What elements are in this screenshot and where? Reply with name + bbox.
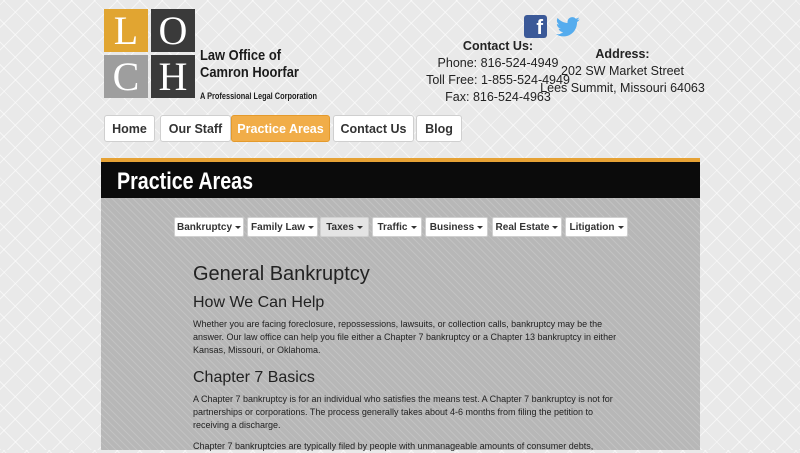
address-line1: 202 SW Market Street (561, 64, 684, 78)
caret-down-icon (552, 225, 559, 229)
caret-down-icon (617, 225, 624, 229)
logo-tile-o: O (151, 9, 195, 52)
tab-real-estate[interactable]: Real Estate (492, 217, 562, 237)
firm-name-line2: Camron Hoorfar (200, 64, 299, 81)
article-title: General Bankruptcy (193, 263, 370, 285)
nav-practice-areas[interactable]: Practice Areas (231, 115, 330, 142)
firm-logo[interactable]: L O C H Law Office of Camron Hoorfar A P… (104, 9, 317, 101)
caret-down-icon (477, 225, 484, 229)
address-heading: Address: (595, 47, 650, 61)
tab-traffic[interactable]: Traffic (372, 217, 422, 237)
tab-family-law[interactable]: Family Law (247, 217, 318, 237)
article: General Bankruptcy How We Can Help Wheth… (193, 262, 623, 453)
paragraph-help: Whether you are facing foreclosure, repo… (193, 319, 617, 355)
tab-label: Traffic (377, 222, 408, 233)
paragraph-chapter7-2: Chapter 7 bankruptcies are typically fil… (193, 441, 594, 451)
content-panel: Bankruptcy Family Law Taxes Traffic Busi… (101, 198, 700, 453)
firm-name: Law Office of Camron Hoorfar (200, 47, 299, 81)
nav-our-staff[interactable]: Our Staff (160, 115, 231, 142)
logo-tile-l: L (104, 9, 148, 52)
tab-label: Business (429, 222, 475, 233)
nav-blog[interactable]: Blog (416, 115, 462, 142)
tab-business[interactable]: Business (425, 217, 488, 237)
logo-tile-c: C (104, 55, 148, 98)
caret-down-icon (307, 225, 314, 229)
caret-down-icon (410, 225, 417, 229)
nav-home[interactable]: Home (104, 115, 155, 142)
section-heading-help: How We Can Help (193, 294, 325, 311)
tab-label: Bankruptcy (176, 222, 232, 233)
nav-contact-us[interactable]: Contact Us (333, 115, 414, 142)
tab-bankruptcy[interactable]: Bankruptcy (174, 217, 244, 237)
firm-name-line1: Law Office of (200, 47, 282, 64)
page-title: Practice Areas (117, 168, 254, 195)
tab-litigation[interactable]: Litigation (565, 217, 628, 237)
caret-down-icon (356, 225, 363, 229)
tab-taxes[interactable]: Taxes (320, 217, 369, 237)
firm-tagline: A Professional Legal Corporation (200, 91, 318, 101)
page-banner: Practice Areas (101, 158, 700, 198)
tab-label: Family Law (251, 222, 305, 233)
logo-tile-h: H (151, 55, 195, 98)
facebook-icon[interactable]: f (524, 15, 547, 39)
tab-label: Real Estate (495, 222, 550, 233)
paragraph-chapter7-1: A Chapter 7 bankruptcy is for an individ… (193, 394, 613, 430)
tab-label: Taxes (326, 222, 354, 233)
tab-label: Litigation (569, 222, 615, 233)
address-line2: Lees Summit, Missouri 64063 (540, 81, 705, 95)
section-heading-chapter7: Chapter 7 Basics (193, 369, 315, 386)
twitter-icon[interactable] (556, 16, 580, 38)
caret-down-icon (235, 225, 241, 229)
address-info: Address: 202 SW Market Street Lees Summi… (540, 46, 705, 97)
